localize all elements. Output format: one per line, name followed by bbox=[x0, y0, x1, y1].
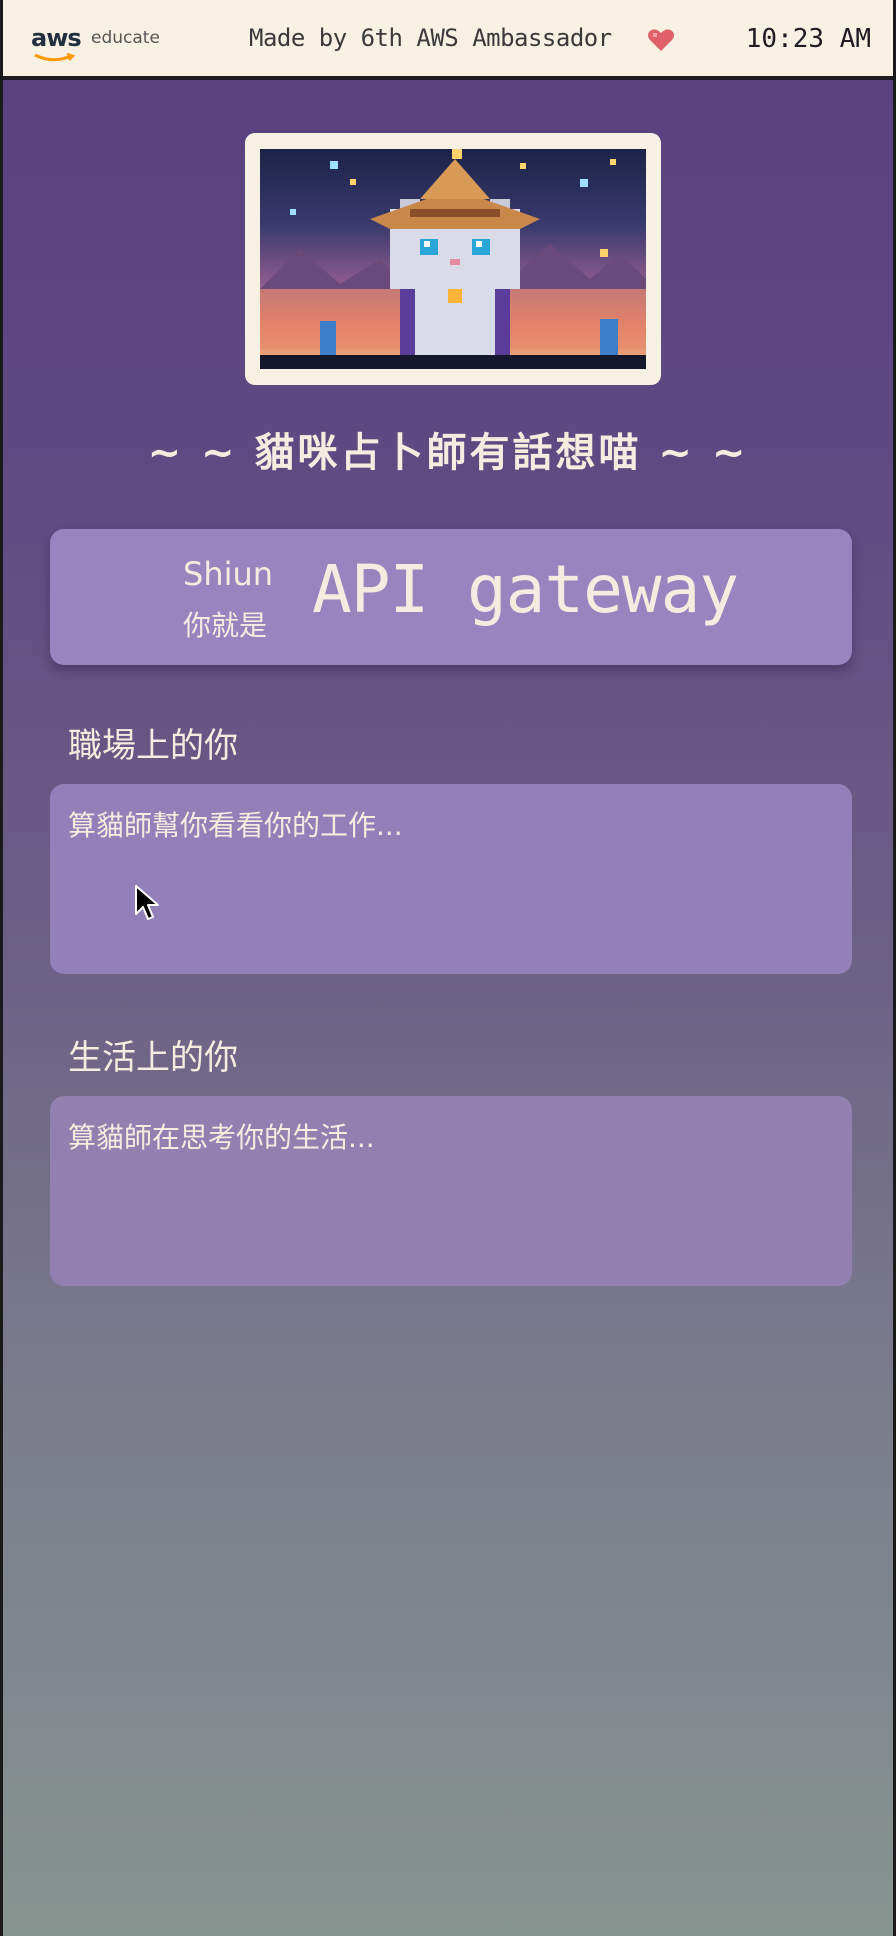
clock: 10:23 AM bbox=[745, 24, 871, 54]
aws-educate-logo: aws educate bbox=[31, 24, 171, 64]
result-card: Shiun 你就是 API gateway bbox=[50, 529, 852, 665]
result-prefix: 你就是 bbox=[183, 609, 268, 642]
credit-text: Made by 6th AWS Ambassador bbox=[249, 24, 612, 52]
mouse-cursor-icon bbox=[135, 885, 159, 920]
work-section-box: 算貓師幫你看看你的工作... bbox=[50, 784, 852, 974]
aws-logo-text: aws bbox=[31, 24, 82, 52]
life-section-box: 算貓師在思考你的生活... bbox=[50, 1096, 852, 1286]
work-section-text: 算貓師幫你看看你的工作... bbox=[68, 809, 403, 842]
educate-label: educate bbox=[91, 28, 160, 48]
life-section-text: 算貓師在思考你的生活... bbox=[68, 1121, 375, 1154]
result-service-name: API gateway bbox=[312, 551, 739, 628]
app-screen: aws educate Made by 6th AWS Ambassador 1… bbox=[3, 0, 893, 1936]
cat-fortune-teller-image bbox=[260, 149, 646, 369]
heart-icon bbox=[648, 29, 674, 51]
life-section-label: 生活上的你 bbox=[68, 1038, 238, 1078]
work-section-label: 職場上的你 bbox=[68, 726, 238, 766]
top-bar: aws educate Made by 6th AWS Ambassador 1… bbox=[3, 0, 893, 80]
page-title: ~ ~ 貓咪占卜師有話想喵 ~ ~ bbox=[147, 430, 749, 476]
user-name: Shiun bbox=[183, 555, 274, 593]
hero-image-frame bbox=[245, 133, 661, 385]
aws-smile-icon bbox=[34, 52, 76, 62]
